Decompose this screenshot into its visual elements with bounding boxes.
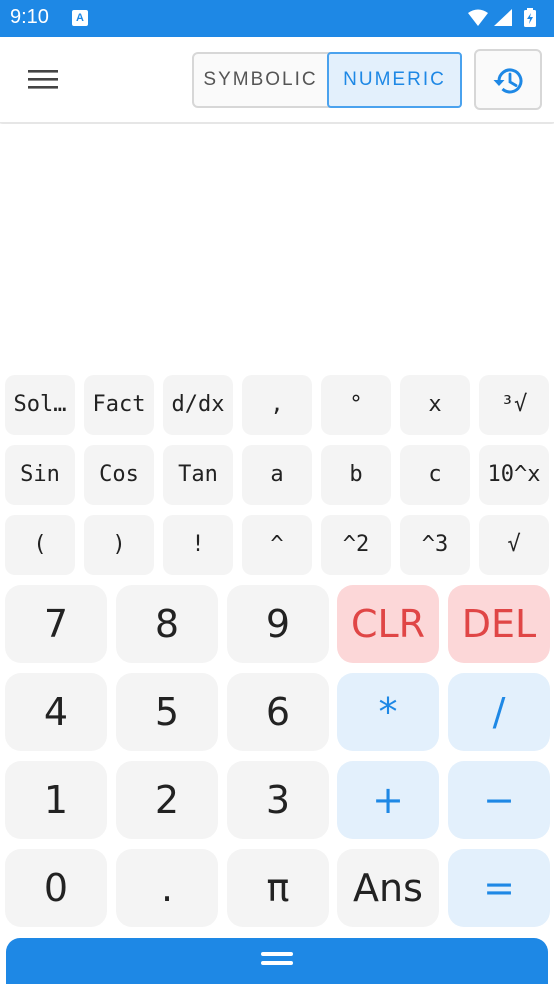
variable-a-key[interactable]: a xyxy=(242,445,312,505)
divide-key[interactable]: / xyxy=(448,673,550,751)
digit-4-key[interactable]: 4 xyxy=(5,673,107,751)
hamburger-menu-icon xyxy=(28,70,58,89)
digit-6-key[interactable]: 6 xyxy=(227,673,329,751)
expand-panel-bar[interactable] xyxy=(6,938,548,984)
signal-icon xyxy=(494,9,512,26)
variable-x-key[interactable]: x xyxy=(400,375,470,435)
delete-key[interactable]: DEL xyxy=(448,585,550,663)
mode-toggle: SYMBOLIC NUMERIC xyxy=(192,52,462,108)
cube-key[interactable]: ^3 xyxy=(400,515,470,575)
open-paren-key[interactable]: ( xyxy=(5,515,75,575)
text-a-icon: A xyxy=(72,10,88,26)
clear-key[interactable]: CLR xyxy=(337,585,439,663)
decimal-key[interactable]: . xyxy=(116,849,218,927)
close-paren-key[interactable]: ) xyxy=(84,515,154,575)
plus-key[interactable]: + xyxy=(337,761,439,839)
wifi-icon xyxy=(468,9,488,26)
derivative-key[interactable]: d/dx xyxy=(163,375,233,435)
pi-key[interactable]: π xyxy=(227,849,329,927)
comma-key[interactable]: , xyxy=(242,375,312,435)
mode-symbolic-button[interactable]: SYMBOLIC xyxy=(194,54,327,106)
digit-1-key[interactable]: 1 xyxy=(5,761,107,839)
menu-button[interactable] xyxy=(18,59,70,101)
battery-charging-icon xyxy=(524,8,536,27)
sin-key[interactable]: Sin xyxy=(5,445,75,505)
multiply-key[interactable]: * xyxy=(337,673,439,751)
notification-glyph: A xyxy=(76,12,84,24)
factor-key[interactable]: Fact xyxy=(84,375,154,435)
history-button[interactable] xyxy=(474,49,542,110)
cos-key[interactable]: Cos xyxy=(84,445,154,505)
digit-3-key[interactable]: 3 xyxy=(227,761,329,839)
calculator-display xyxy=(0,124,554,372)
degree-key[interactable]: ° xyxy=(321,375,391,435)
status-bar: 9:10 A xyxy=(0,0,554,37)
variable-b-key[interactable]: b xyxy=(321,445,391,505)
cube-root-key[interactable]: ³√ xyxy=(479,375,549,435)
drag-handle-icon xyxy=(261,952,293,968)
minus-key[interactable]: − xyxy=(448,761,550,839)
power-key[interactable]: ^ xyxy=(242,515,312,575)
answer-key[interactable]: Ans xyxy=(337,849,439,927)
digit-2-key[interactable]: 2 xyxy=(116,761,218,839)
factorial-key[interactable]: ! xyxy=(163,515,233,575)
square-key[interactable]: ^2 xyxy=(321,515,391,575)
variable-c-key[interactable]: c xyxy=(400,445,470,505)
mode-numeric-button[interactable]: NUMERIC xyxy=(327,52,462,108)
sqrt-key[interactable]: √ xyxy=(479,515,549,575)
equals-key[interactable]: = xyxy=(448,849,550,927)
app-bar: SYMBOLIC NUMERIC xyxy=(0,37,554,123)
digit-9-key[interactable]: 9 xyxy=(227,585,329,663)
digit-0-key[interactable]: 0 xyxy=(5,849,107,927)
tan-key[interactable]: Tan xyxy=(163,445,233,505)
ten-power-key[interactable]: 10^x xyxy=(479,445,549,505)
solve-key[interactable]: Sol… xyxy=(5,375,75,435)
digit-5-key[interactable]: 5 xyxy=(116,673,218,751)
digit-7-key[interactable]: 7 xyxy=(5,585,107,663)
history-icon xyxy=(493,68,523,94)
digit-8-key[interactable]: 8 xyxy=(116,585,218,663)
status-time: 9:10 xyxy=(10,6,49,28)
